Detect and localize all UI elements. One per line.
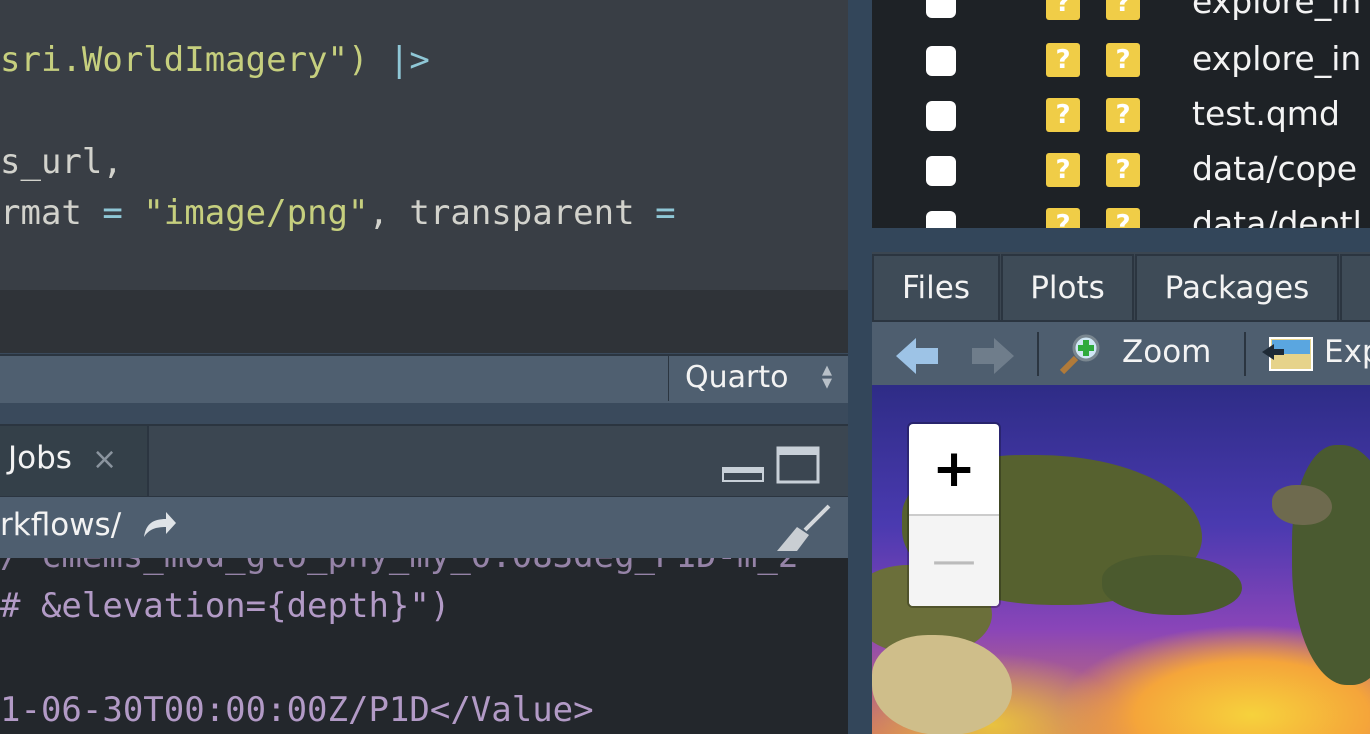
console-line: # &elevation={depth}") (0, 586, 451, 626)
console-line: / cmems_mod_glo_phy_my_0.083deg_P1D-m_2 (0, 558, 798, 576)
working-directory-path: rkflows/ (0, 507, 122, 543)
pane-splitter-horizontal[interactable] (872, 228, 1370, 252)
export-image-icon[interactable] (1262, 334, 1314, 378)
map-landmass (1272, 485, 1332, 525)
code-token: , transparent (368, 193, 656, 233)
git-file-row[interactable]: ? ? explore_in (872, 37, 1370, 85)
untracked-badge: ? (1046, 98, 1080, 132)
git-file-row[interactable]: ? ? explore_in (872, 0, 1370, 24)
git-file-row[interactable]: ? ? data/cope (872, 147, 1370, 195)
file-name: explore_in (1192, 39, 1362, 78)
clear-console-broom-icon[interactable] (775, 503, 833, 557)
tab-packages[interactable]: Packages (1135, 254, 1339, 320)
code-editor[interactable]: sri.WorldImagery") |> s_url, rmat = "ima… (0, 0, 848, 290)
export-button[interactable]: Exp (1324, 334, 1370, 370)
file-name: test.qmd (1192, 94, 1340, 133)
zoom-magnifier-icon[interactable] (1058, 332, 1102, 380)
document-mode-label: Quarto (685, 360, 789, 395)
stage-checkbox[interactable] (926, 0, 956, 18)
pane-splitter-vertical[interactable] (848, 0, 872, 734)
untracked-badge: ? (1106, 43, 1140, 77)
tab-plots[interactable]: Plots (1001, 254, 1134, 320)
untracked-badge: ? (1046, 208, 1080, 228)
code-token: |> (368, 40, 430, 80)
zoom-out-button[interactable]: — (909, 516, 999, 606)
untracked-badge: ? (1106, 98, 1140, 132)
untracked-badge: ? (1106, 153, 1140, 187)
file-name: data/cope (1192, 149, 1358, 188)
tab-jobs-label: Jobs (8, 440, 72, 476)
code-token: = (102, 193, 123, 233)
code-line-2: s_url, (0, 142, 123, 182)
plots-toolbar: Zoom Exp (872, 320, 1370, 387)
document-mode-select[interactable]: Quarto ▲ ▼ (668, 354, 848, 401)
minimize-pane-icon[interactable] (722, 462, 764, 482)
forward-arrow-icon[interactable] (970, 336, 1016, 380)
console-line: 1-06-30T00:00:00Z/P1D</Value> (0, 690, 594, 730)
toolbar-separator (1244, 332, 1246, 376)
toolbar-separator (1037, 332, 1039, 376)
console-toolbar: rkflows/ (0, 496, 848, 559)
git-file-row[interactable]: ? ? test.qmd (872, 92, 1370, 140)
goto-directory-arrow-icon[interactable] (140, 509, 178, 545)
untracked-badge: ? (1046, 43, 1080, 77)
back-arrow-icon[interactable] (894, 336, 940, 380)
untracked-badge: ? (1106, 208, 1140, 228)
close-icon[interactable]: × (92, 442, 117, 477)
tab-more[interactable] (1340, 254, 1370, 320)
untracked-badge: ? (1046, 153, 1080, 187)
zoom-button[interactable]: Zoom (1122, 334, 1211, 370)
select-updown-icon: ▲ ▼ (822, 363, 832, 391)
code-token: sri.WorldImagery (0, 40, 328, 80)
stage-checkbox[interactable] (926, 101, 956, 131)
map-landmass (1102, 555, 1242, 615)
maximize-pane-icon[interactable] (776, 446, 820, 484)
map-landmass (1292, 445, 1370, 685)
untracked-badge: ? (1106, 0, 1140, 20)
file-name: explore_in (1192, 0, 1362, 21)
code-token: ") (327, 40, 369, 80)
file-name: data/deptl (1192, 204, 1362, 228)
code-token: = (655, 193, 676, 233)
code-token: rmat (0, 193, 103, 233)
git-file-row[interactable]: ? ? data/deptl (872, 202, 1370, 228)
tab-files[interactable]: Files (872, 254, 1000, 320)
tab-jobs[interactable]: Jobs × (0, 426, 149, 496)
code-line-1: sri.WorldImagery") |> (0, 40, 430, 80)
git-changes-list: ? ? explore_in ? ? explore_in ? ? test.q… (872, 0, 1370, 228)
zoom-in-button[interactable]: + (909, 424, 999, 516)
map-zoom-control: + — (909, 424, 999, 606)
console-output[interactable]: / cmems_mod_glo_phy_my_0.083deg_P1D-m_2 … (0, 558, 848, 734)
code-token: "image/png" (122, 193, 369, 233)
editor-empty-area[interactable] (0, 290, 848, 353)
map-landmass (872, 635, 1012, 734)
untracked-badge: ? (1046, 0, 1080, 20)
code-line-3: rmat = "image/png", transparent = (0, 193, 676, 233)
code-token: s_url, (0, 142, 123, 182)
stage-checkbox[interactable] (926, 156, 956, 186)
stage-checkbox[interactable] (926, 211, 956, 228)
stage-checkbox[interactable] (926, 46, 956, 76)
